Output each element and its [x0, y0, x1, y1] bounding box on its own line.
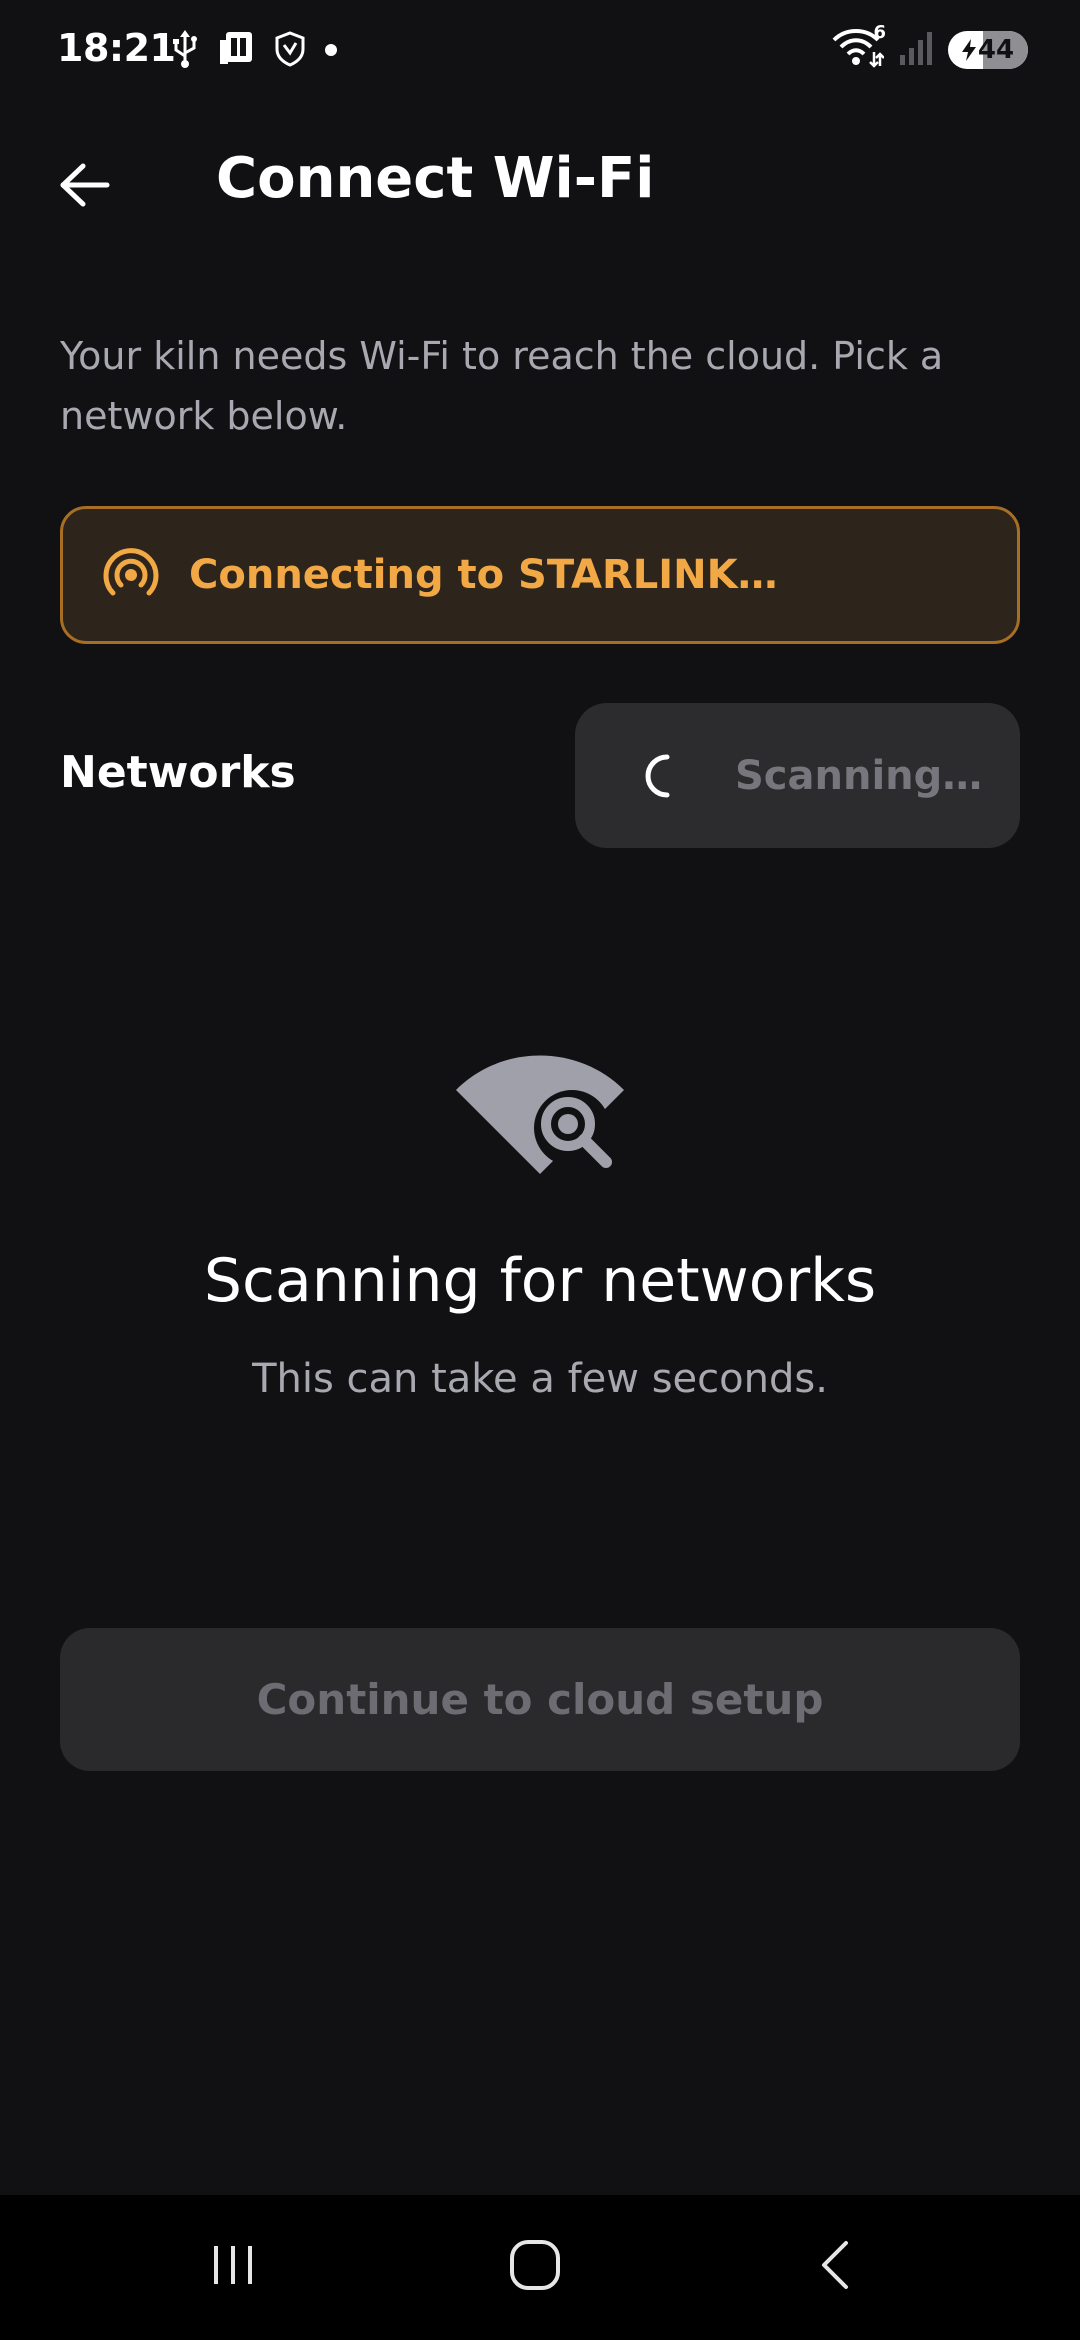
- status-bar: 18:21 6 44: [0, 0, 1080, 100]
- description-text: Your kiln needs Wi-Fi to reach the cloud…: [60, 334, 944, 438]
- scan-button-label: Scanning…: [735, 752, 983, 799]
- connecting-text: Connecting to STARLINK…: [189, 552, 778, 598]
- shield-icon: [274, 31, 306, 71]
- home-button[interactable]: [490, 2225, 580, 2305]
- wifi-badge: 6: [873, 22, 886, 43]
- arrow-left-icon: [60, 163, 110, 207]
- wifi-icon: 6: [832, 22, 886, 72]
- spinner-icon: [645, 754, 670, 797]
- system-back-button[interactable]: [792, 2225, 882, 2305]
- usb-icon: [172, 30, 198, 72]
- status-right-icons: 6 44: [832, 22, 1028, 72]
- recent-apps-button[interactable]: [188, 2225, 278, 2305]
- scan-button[interactable]: Scanning…: [575, 703, 1020, 848]
- continue-button[interactable]: Continue to cloud setup: [60, 1628, 1020, 1771]
- status-time: 18:21: [57, 26, 176, 70]
- back-icon: [822, 2241, 848, 2289]
- page-title: Connect Wi-Fi: [216, 146, 655, 211]
- charging-bolt-icon: [961, 39, 976, 61]
- battery-level: 44: [977, 35, 1015, 65]
- empty-state-subtitle: This can take a few seconds.: [252, 1356, 828, 1402]
- empty-state-title: Scanning for networks: [203, 1246, 877, 1316]
- networks-label: Networks: [60, 747, 296, 798]
- broadcast-icon: [103, 547, 159, 603]
- notification-dot-icon: [324, 42, 338, 61]
- navigation-bar: [0, 2195, 1080, 2340]
- home-icon: [510, 2240, 560, 2290]
- signal-icon: [898, 31, 934, 69]
- status-left-icons: [172, 30, 338, 72]
- back-button[interactable]: [50, 150, 120, 220]
- connecting-banner: Connecting to STARLINK…: [60, 506, 1020, 644]
- recent-apps-icon: [214, 2246, 252, 2284]
- battery-indicator: 44: [948, 31, 1028, 69]
- wifi-search-icon: [456, 1055, 624, 1174]
- sim-card-icon: [216, 30, 256, 72]
